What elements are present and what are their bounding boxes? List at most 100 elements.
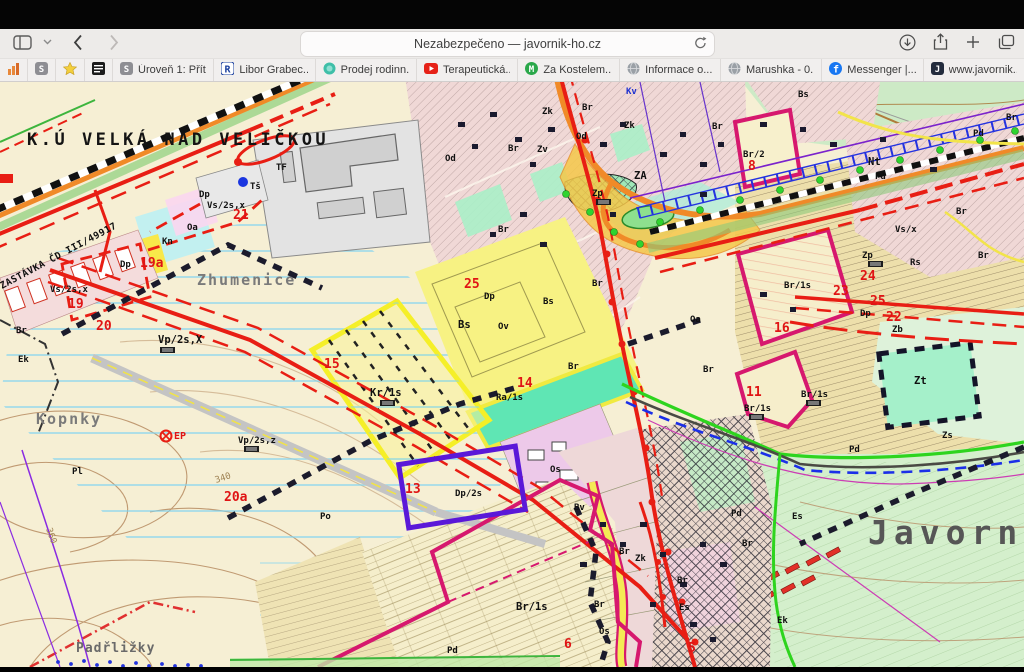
map-label: Oa: [690, 315, 701, 325]
map-label: Ek: [777, 616, 788, 626]
map-label: 22: [886, 310, 902, 325]
browser-toolbar: Nezabezpečeno — javornik-ho.cz: [0, 29, 1024, 59]
map-label: Tš: [250, 181, 261, 192]
r-home-icon: R: [221, 62, 234, 78]
forward-button[interactable]: [104, 32, 124, 52]
favorite-item-7[interactable]: Prodej rodinn...: [315, 59, 416, 81]
favorite-label: Informace o...: [645, 64, 712, 76]
back-button[interactable]: [68, 32, 88, 52]
favorite-label: Za Kostelem...: [543, 64, 611, 76]
map-label: Br: [619, 547, 630, 557]
new-tab-icon[interactable]: [963, 32, 983, 52]
map-label: Pd: [447, 646, 458, 656]
map-label: Pd: [875, 172, 886, 182]
map-label: Dp: [199, 190, 210, 200]
address-text: Nezabezpečeno — javornik-ho.cz: [414, 37, 601, 51]
map-label: Zb: [892, 325, 903, 335]
favorite-item-6[interactable]: RLibor Grabec...: [213, 59, 314, 81]
favorite-item-13[interactable]: Jwww.javornik...: [923, 59, 1024, 81]
globe-icon: [728, 62, 741, 78]
j-dark-icon: J: [931, 62, 944, 78]
favorite-item-2[interactable]: S: [27, 59, 55, 81]
s-badge-icon: S: [120, 62, 133, 78]
map-label: Es: [679, 603, 690, 613]
map-label: Bs: [543, 297, 554, 307]
map-label: 13: [405, 482, 421, 497]
map-label: Kn: [162, 237, 173, 247]
map-label: Dp: [860, 309, 871, 319]
address-bar[interactable]: Nezabezpečeno — javornik-ho.cz: [300, 31, 715, 57]
map-label: Zp: [592, 189, 603, 199]
favorite-item-3[interactable]: [55, 59, 84, 81]
globe-icon: [627, 62, 640, 78]
map-label: Zv: [537, 145, 548, 155]
downloads-icon[interactable]: [897, 32, 917, 52]
map-label: Ov: [498, 322, 509, 332]
map-label: Pd: [849, 445, 860, 455]
map-label: Br/1s: [516, 601, 548, 613]
map-label: 5: [688, 641, 696, 656]
favorite-item-1[interactable]: [0, 59, 27, 81]
map-label: Zp: [862, 251, 873, 261]
map-label: Br: [592, 279, 603, 289]
map-label: Kopnky: [36, 410, 102, 428]
map-label: Br/1s: [784, 281, 811, 291]
map-label: Zs: [942, 431, 953, 441]
zoning-map[interactable]: K.Ú VELKÁ NAD VELIČKOUZASTÁVKA ČD III/49…: [0, 82, 1024, 667]
map-label: Zk: [542, 107, 553, 117]
svg-text:R: R: [225, 65, 232, 76]
map-label: 15: [324, 357, 340, 372]
map-label: Zt: [914, 375, 927, 387]
map-label: Kv: [626, 87, 637, 97]
map-label: Br: [582, 103, 593, 113]
favorite-item-5[interactable]: S Úroveň 1: Přít...: [112, 59, 213, 81]
favorite-item-10[interactable]: Informace o...: [619, 59, 720, 81]
map-label: 20: [96, 319, 112, 334]
map-label: Vp/2s,z: [238, 436, 276, 446]
favorite-label: www.javornik...: [949, 64, 1017, 76]
map-label: Br: [956, 207, 967, 217]
favorite-item-9[interactable]: MZa Kostelem...: [517, 59, 618, 81]
favorite-label: Marushka - 0...: [746, 64, 814, 76]
favorite-item-8[interactable]: Terapeutická...: [416, 59, 517, 81]
map-label: ZA: [634, 170, 647, 182]
map-label: Po: [320, 512, 331, 522]
map-label: Pd: [731, 509, 742, 519]
svg-text:f: f: [833, 65, 839, 76]
reload-icon[interactable]: [694, 36, 707, 53]
map-label: Os: [550, 465, 561, 475]
map-label: 23: [833, 284, 849, 299]
map-label: Vp/2s,X: [158, 334, 203, 346]
map-label: Os: [599, 627, 610, 637]
map-label: Zk: [624, 121, 635, 131]
zoning-map-viewport[interactable]: K.Ú VELKÁ NAD VELIČKOUZASTÁVKA ČD III/49…: [0, 82, 1024, 667]
share-icon[interactable]: [930, 32, 950, 52]
map-label: Vs/x: [895, 225, 917, 235]
favorite-item-4[interactable]: [84, 59, 112, 81]
map-label: Br: [703, 365, 714, 375]
map-label: Ra/1s: [496, 393, 523, 403]
favorite-item-12[interactable]: fMessenger |...: [821, 59, 922, 81]
map-label: Es: [792, 512, 803, 522]
favorite-label: Terapeutická...: [443, 64, 510, 76]
map-label: Kr/1s: [370, 387, 402, 399]
star-icon: [63, 62, 77, 78]
chevron-down-icon[interactable]: [42, 32, 52, 52]
map-label: Rs: [910, 258, 921, 268]
favorite-item-11[interactable]: Marushka - 0...: [720, 59, 821, 81]
map-label: Zk: [635, 554, 646, 564]
tab-overview-icon[interactable]: [996, 32, 1016, 52]
map-label: 25: [464, 277, 480, 292]
s-badge-icon: S: [35, 62, 48, 78]
map-label: Vs/2s,x: [50, 285, 89, 295]
facebook-icon: f: [829, 62, 842, 78]
teal-circle-icon: [323, 62, 336, 78]
svg-text:S: S: [124, 65, 129, 75]
map-label: 25: [870, 294, 886, 309]
map-label: Od: [576, 132, 587, 142]
favorite-label: Úroveň 1: Přít...: [138, 64, 206, 76]
stripe-logo-icon: [92, 62, 105, 78]
youtube-icon: [424, 63, 438, 77]
map-label: Pl: [72, 467, 83, 477]
sidebar-icon[interactable]: [12, 32, 32, 52]
